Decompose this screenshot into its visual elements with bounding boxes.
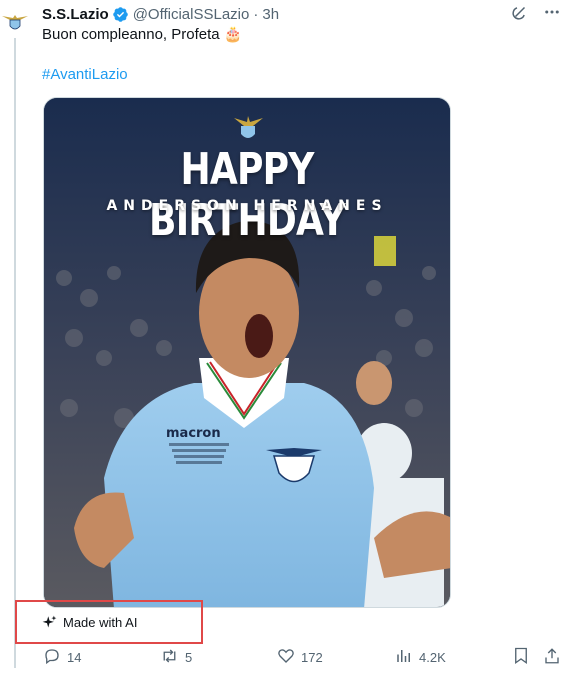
grok-icon[interactable] [511,3,529,25]
lazio-eagle-crest-icon [2,15,28,30]
tweet-header: S.S.Lazio @OfficialSSLazio · 3h [42,3,569,25]
sparkle-icon [42,615,57,630]
reply-button[interactable]: 14 [43,646,81,668]
repost-button[interactable]: 5 [160,646,192,668]
image-subheadline: ANDERSON HERNANES [106,198,388,214]
views-count: 4.2K [419,649,446,665]
share-button[interactable] [543,646,561,668]
views-icon [395,647,413,668]
verified-badge-icon [112,6,129,23]
heart-icon [277,647,295,668]
handle[interactable]: @OfficialSSLazio [133,6,250,23]
more-icon[interactable] [543,3,561,25]
separator: · [253,5,259,23]
reply-icon [43,647,61,668]
made-with-ai-text: Made with AI [63,614,138,630]
share-icon [543,647,561,668]
hashtag-link[interactable]: #AvantiLazio [42,65,128,85]
like-count: 172 [301,649,323,665]
thread-line [14,38,16,668]
avatar[interactable] [0,6,30,36]
views-button[interactable]: 4.2K [395,646,446,668]
image-headline: HAPPY BIRTHDAY [149,144,346,246]
reply-count: 14 [67,649,82,665]
bookmark-icon [513,647,529,668]
repost-count: 5 [185,649,193,665]
bookmark-button[interactable] [513,646,529,668]
timestamp[interactable]: 3h [262,6,279,23]
action-bar: 14 5 172 4.2K [43,646,563,668]
sponsor-logo: macron [166,426,221,441]
display-name[interactable]: S.S.Lazio [42,6,109,23]
repost-icon [160,647,179,668]
tweet-text: Buon compleanno, Profeta 🎂 [42,26,243,43]
like-button[interactable]: 172 [277,646,323,668]
tweet-image[interactable]: HAPPY BIRTHDAY ANDERSON HERNANES macron [43,97,451,608]
made-with-ai-label[interactable]: Made with AI [15,600,203,644]
